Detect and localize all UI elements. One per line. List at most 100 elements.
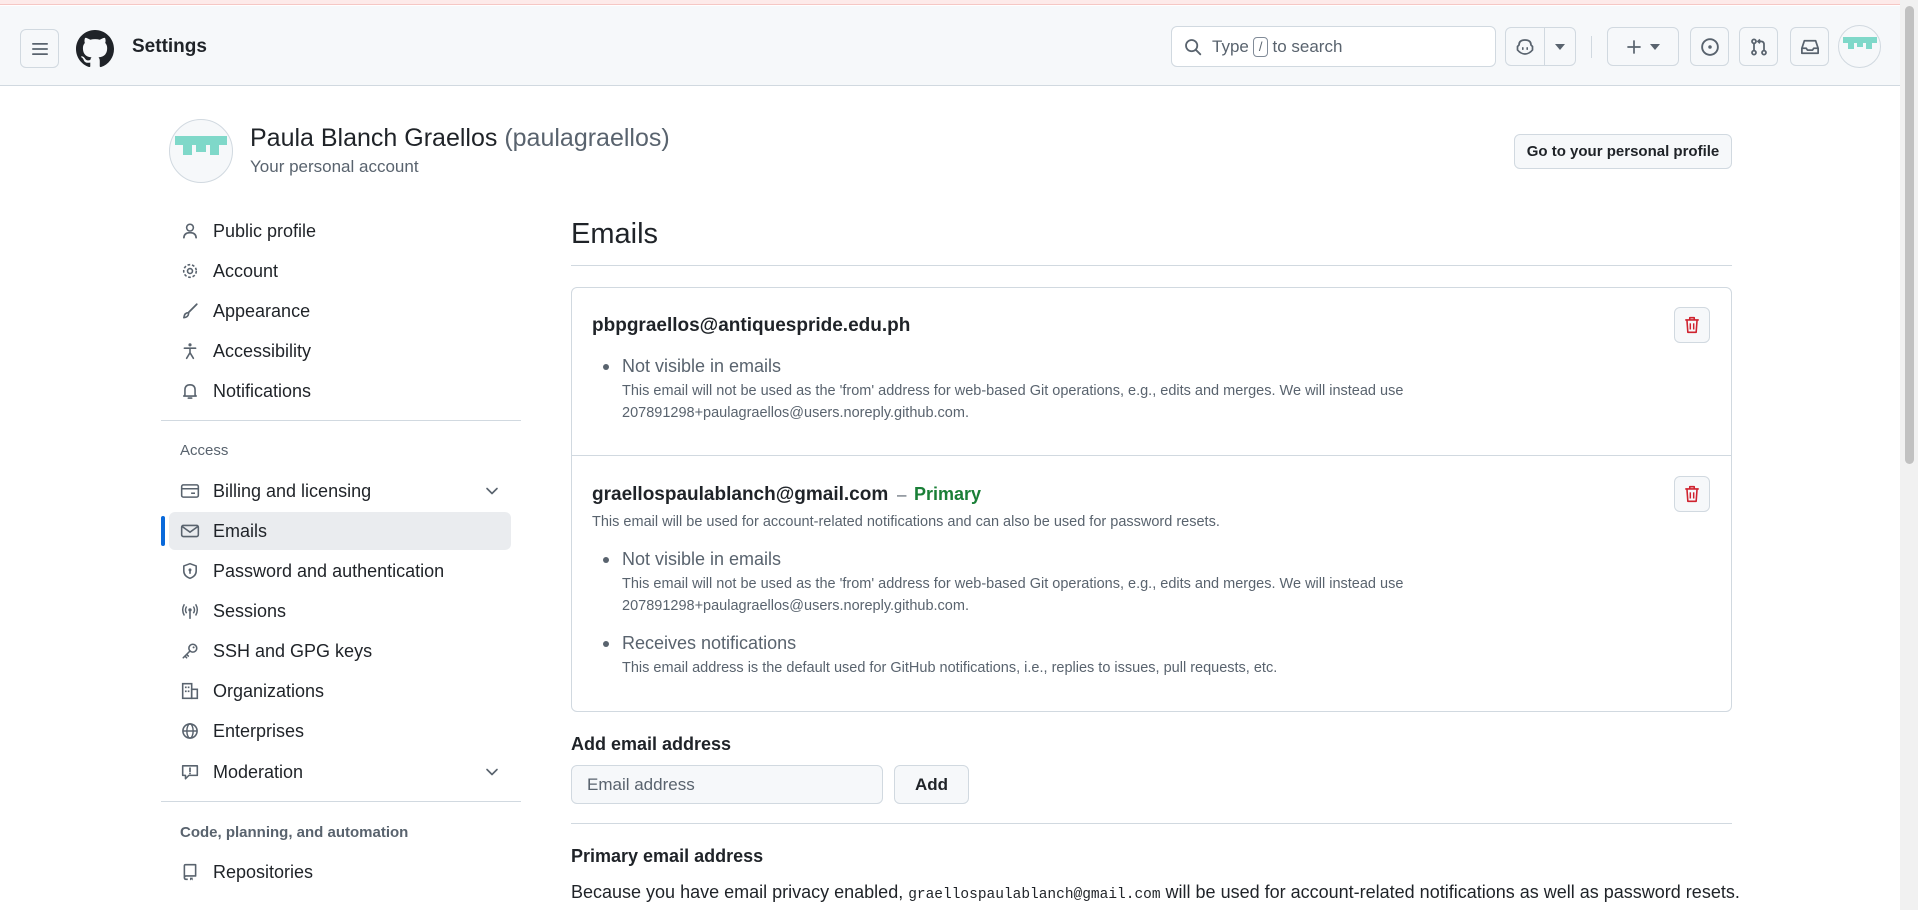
- primary-text-after: will be used for account-related notific…: [1160, 882, 1740, 902]
- paintbrush-icon: [179, 300, 201, 322]
- sidebar-item-repositories[interactable]: Repositories: [169, 853, 511, 891]
- profile-avatar: [169, 119, 233, 183]
- sidebar-item-label: Organizations: [213, 680, 325, 701]
- bullet-dot: [603, 641, 609, 647]
- sidebar-item-sessions[interactable]: Sessions: [169, 592, 511, 630]
- add-email-button[interactable]: Add: [894, 765, 969, 804]
- search-shortcut-key: /: [1252, 36, 1269, 57]
- sidebar-item-label: Repositories: [213, 861, 314, 882]
- broadcast-icon: [179, 600, 201, 622]
- sidebar-item-password-auth[interactable]: Password and authentication: [169, 552, 511, 590]
- chevron-down-icon: [485, 482, 499, 503]
- email-property-desc: This email will not be used as the 'from…: [622, 576, 1404, 592]
- sidebar-item-account[interactable]: Account: [169, 252, 511, 290]
- primary-email-heading: Primary email address: [571, 846, 764, 866]
- profile-subtitle: Your personal account: [250, 157, 419, 176]
- email-list-divider: [572, 455, 1731, 456]
- trash-icon: [1685, 316, 1699, 334]
- primary-text-before: Because you have email privacy enabled,: [571, 882, 909, 902]
- report-icon: [179, 761, 201, 783]
- git-pull-request-icon: [1750, 37, 1767, 55]
- mail-icon: [179, 520, 201, 542]
- add-email-heading: Add email address: [571, 734, 732, 754]
- bullet-dot: [603, 557, 609, 563]
- organization-icon: [179, 680, 201, 702]
- sidebar-heading-access: Access: [180, 442, 229, 459]
- sidebar-item-label: Emails: [213, 520, 268, 541]
- search-placeholder-prefix: Type: [1212, 36, 1249, 56]
- delete-email-button[interactable]: [1674, 307, 1710, 343]
- go-to-profile-button[interactable]: Go to your personal profile: [1514, 134, 1732, 169]
- sidebar-item-label: Billing and licensing: [213, 480, 372, 501]
- sidebar-item-label: Password and authentication: [213, 560, 445, 581]
- email-property-title: Receives notifications: [622, 633, 797, 653]
- profile-display-name[interactable]: Paula Blanch Graellos: [250, 124, 497, 152]
- email-property-title: Not visible in emails: [622, 356, 782, 376]
- credit-card-icon: [179, 480, 201, 502]
- copilot-icon: [1516, 38, 1534, 55]
- hamburger-icon: [31, 42, 48, 55]
- sidebar-item-label: Notifications: [213, 380, 312, 401]
- sidebar-item-label: Sessions: [213, 600, 287, 621]
- github-logo-icon[interactable]: [76, 30, 114, 68]
- search-icon: [1185, 38, 1202, 55]
- sidebar-item-accessibility[interactable]: Accessibility: [169, 332, 511, 370]
- sidebar-item-appearance[interactable]: Appearance: [169, 292, 511, 330]
- accessibility-icon: [179, 340, 201, 362]
- inbox-button[interactable]: [1790, 27, 1829, 66]
- copilot-dropdown-button[interactable]: [1545, 28, 1575, 65]
- scrollbar-thumb[interactable]: [1905, 6, 1914, 464]
- pull-requests-button[interactable]: [1739, 27, 1778, 66]
- primary-email-description: Because you have email privacy enabled, …: [571, 882, 1740, 903]
- sidebar-item-ssh-gpg[interactable]: SSH and GPG keys: [169, 632, 511, 670]
- email-address: graellospaulablanch@gmail.com: [592, 484, 889, 505]
- title-divider: [571, 265, 1732, 266]
- email-property-desc: This email address is the default used f…: [622, 660, 1278, 676]
- sidebar-item-label: Moderation: [213, 761, 304, 782]
- header-divider: [1591, 36, 1592, 58]
- sidebar-item-label: SSH and GPG keys: [213, 640, 373, 661]
- create-new-button[interactable]: [1607, 27, 1679, 66]
- active-nav-indicator: [161, 516, 165, 546]
- sidebar-item-emails[interactable]: Emails: [169, 512, 511, 550]
- sidebar-item-label: Appearance: [213, 300, 311, 321]
- email-property-title: Not visible in emails: [622, 549, 782, 569]
- inbox-icon: [1800, 39, 1819, 54]
- search-placeholder-suffix: to search: [1272, 36, 1343, 56]
- sidebar-divider: [161, 801, 521, 802]
- issues-button[interactable]: [1690, 27, 1729, 66]
- email-property-desc: 207891298+paulagraellos@users.noreply.gi…: [622, 405, 969, 421]
- person-icon: [179, 220, 201, 242]
- primary-email-label: Primary: [914, 484, 982, 504]
- copilot-button[interactable]: [1506, 28, 1546, 65]
- page-title: Emails: [571, 218, 659, 250]
- chevron-down-icon: [485, 763, 499, 784]
- search-input[interactable]: Type / to search: [1171, 26, 1496, 67]
- issue-opened-icon: [1700, 37, 1719, 56]
- triangle-down-icon: [1650, 43, 1660, 50]
- top-accent-strip: [0, 0, 1918, 5]
- bell-icon: [179, 380, 201, 402]
- sidebar-item-moderation[interactable]: Moderation: [169, 753, 511, 791]
- sidebar-item-notifications[interactable]: Notifications: [169, 372, 511, 410]
- sidebar-divider: [161, 420, 521, 421]
- profile-name: Paula Blanch Graellos (paulagraellos): [250, 124, 670, 153]
- sidebar-item-billing[interactable]: Billing and licensing: [169, 472, 511, 510]
- sidebar-item-enterprises[interactable]: Enterprises: [169, 712, 511, 750]
- header-title[interactable]: Settings: [132, 36, 207, 58]
- gear-icon: [179, 260, 201, 282]
- menu-button[interactable]: [20, 29, 59, 68]
- globe-icon: [179, 720, 201, 742]
- triangle-down-icon: [1555, 43, 1566, 50]
- sidebar-item-organizations[interactable]: Organizations: [169, 672, 511, 710]
- sidebar-item-label: Accessibility: [213, 340, 312, 361]
- sidebar-heading-code: Code, planning, and automation: [180, 824, 409, 841]
- email-address-input[interactable]: [571, 765, 883, 804]
- key-icon: [179, 640, 201, 662]
- sidebar-item-label: Enterprises: [213, 720, 305, 741]
- sidebar-item-public-profile[interactable]: Public profile: [169, 212, 511, 250]
- delete-email-button[interactable]: [1674, 476, 1710, 512]
- email-note: This email will be used for account-rela…: [592, 514, 1220, 530]
- user-avatar-button[interactable]: [1838, 25, 1881, 68]
- global-header: Settings Type / to search: [0, 6, 1900, 86]
